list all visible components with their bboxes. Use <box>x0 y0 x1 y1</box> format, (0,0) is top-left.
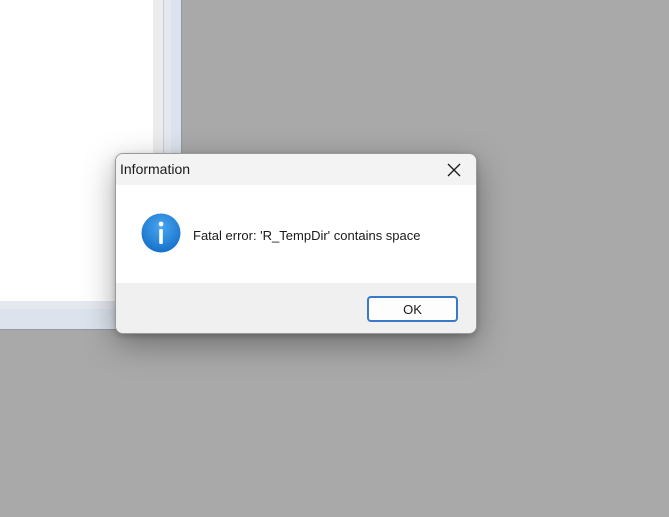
dialog-body: Fatal error: 'R_TempDir' contains space <box>116 185 476 283</box>
dialog-title: Information <box>120 161 191 177</box>
close-button[interactable] <box>432 154 476 185</box>
dialog-message: Fatal error: 'R_TempDir' contains space <box>193 228 421 243</box>
ok-button[interactable]: OK <box>367 296 458 322</box>
dialog-footer: OK <box>116 283 476 333</box>
close-icon <box>447 163 461 176</box>
information-dialog: Information Fatal error: 'R_TempDir' con… <box>115 153 477 334</box>
dialog-titlebar[interactable]: Information <box>116 154 476 185</box>
info-icon <box>141 213 181 253</box>
